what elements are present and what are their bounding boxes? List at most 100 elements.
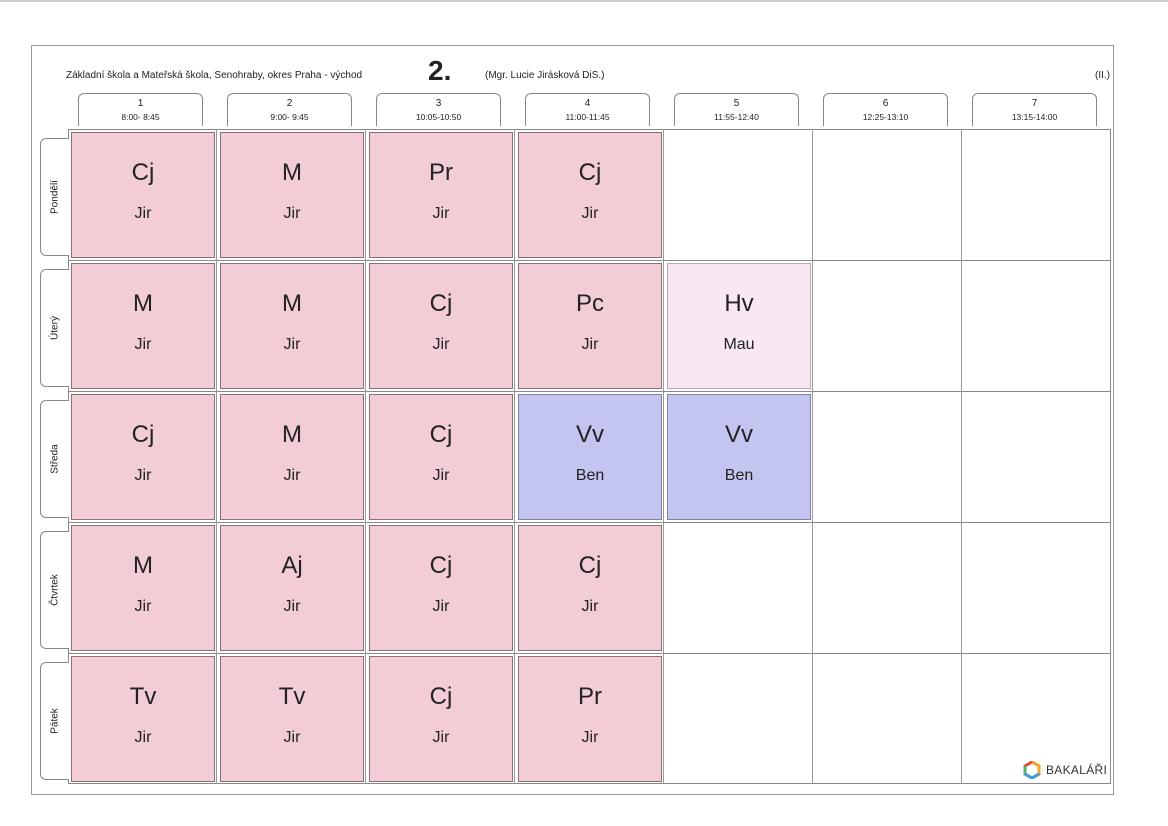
column-divider	[514, 129, 515, 784]
lesson-teacher: Jir	[283, 336, 301, 353]
lesson-subject: Pr	[429, 159, 453, 186]
lesson-teacher: Jir	[432, 729, 450, 746]
lesson-subject: Cj	[429, 421, 453, 448]
lesson-cell: Cj Jir	[369, 394, 513, 520]
row-divider	[68, 260, 1111, 261]
period-header: 7 13:15-14:00	[972, 93, 1097, 126]
lesson-subject: Cj	[429, 552, 453, 579]
lesson-teacher: Ben	[724, 467, 754, 484]
lesson-subject: Cj	[429, 290, 453, 317]
row-divider	[68, 653, 1111, 654]
day-label: Čtvrtek	[40, 531, 69, 649]
lesson-cell: M Jir	[220, 263, 364, 389]
period-number: 5	[733, 98, 740, 109]
period-header: 2 9:00- 9:45	[227, 93, 352, 126]
lesson-teacher: Jir	[283, 205, 301, 222]
day-label: Úterý	[40, 269, 69, 387]
period-header: 5 11:55-12:40	[674, 93, 799, 126]
school-name: Základní škola a Mateřská škola, Senohra…	[66, 70, 363, 81]
lesson-cell: Vv Ben	[518, 394, 662, 520]
lesson-subject: Cj	[429, 683, 453, 710]
lesson-subject: Hv	[724, 290, 754, 317]
column-divider	[812, 129, 813, 784]
lesson-cell: Cj Jir	[369, 525, 513, 651]
lesson-subject: Vv	[724, 421, 753, 448]
lesson-teacher: Jir	[283, 467, 301, 484]
column-divider	[365, 129, 366, 784]
lesson-teacher: Jir	[432, 598, 450, 615]
lesson-subject: Aj	[281, 552, 303, 579]
lesson-subject: Cj	[578, 552, 602, 579]
lesson-subject: Pr	[578, 683, 602, 710]
lesson-cell: Cj Jir	[71, 132, 215, 258]
lesson-subject: M	[282, 421, 302, 448]
lesson-cell: Pr Jir	[369, 132, 513, 258]
top-rule	[0, 0, 1168, 2]
lesson-cell: Pc Jir	[518, 263, 662, 389]
lesson-cell: M Jir	[71, 263, 215, 389]
lesson-subject: M	[133, 552, 153, 579]
lesson-cell: Cj Jir	[518, 132, 662, 258]
class-name: 2.	[428, 55, 452, 86]
lesson-subject: Vv	[575, 421, 604, 448]
lesson-cell: Cj Jir	[369, 656, 513, 782]
lesson-teacher: Jir	[581, 729, 599, 746]
period-number: 6	[882, 98, 889, 109]
lesson-teacher: Jir	[134, 729, 152, 746]
day-name: Pátek	[49, 708, 61, 734]
day-name: Středa	[49, 444, 61, 474]
lesson-subject: M	[282, 290, 302, 317]
lesson-teacher: Jir	[134, 467, 152, 484]
lesson-teacher: Jir	[134, 598, 152, 615]
lesson-subject: Tv	[129, 683, 157, 710]
lesson-cell: Cj Jir	[369, 263, 513, 389]
lesson-subject: Cj	[131, 159, 155, 186]
term-label: (II.)	[1095, 70, 1110, 81]
day-label: Pondělí	[40, 138, 69, 256]
lesson-teacher: Jir	[581, 205, 599, 222]
lesson-cell: Pr Jir	[518, 656, 662, 782]
lesson-teacher: Jir	[283, 598, 301, 615]
lesson-cell: M Jir	[220, 394, 364, 520]
period-header: 6 12:25-13:10	[823, 93, 948, 126]
lesson-subject: Pc	[575, 290, 604, 317]
lesson-cell: Aj Jir	[220, 525, 364, 651]
lesson-teacher: Jir	[432, 467, 450, 484]
period-header: 4 11:00-11:45	[525, 93, 650, 126]
period-number: 1	[137, 98, 144, 109]
period-header: 3 10:05-10:50	[376, 93, 501, 126]
period-time: 11:00-11:45	[565, 112, 610, 122]
period-number: 4	[584, 98, 591, 109]
period-time: 9:00- 9:45	[270, 112, 309, 122]
lesson-cell: M Jir	[220, 132, 364, 258]
period-time: 12:25-13:10	[862, 112, 909, 122]
day-name: Čtvrtek	[49, 574, 61, 606]
lesson-cell: Tv Jir	[71, 656, 215, 782]
lesson-cell: Cj Jir	[71, 394, 215, 520]
day-label: Pátek	[40, 662, 69, 780]
column-divider	[663, 129, 664, 784]
day-label: Středa	[40, 400, 69, 518]
class-teacher: (Mgr. Lucie Jirásková DiS.)	[485, 70, 605, 81]
lesson-cell: M Jir	[71, 525, 215, 651]
period-time: 11:55-12:40	[714, 112, 759, 122]
lesson-teacher: Jir	[581, 336, 599, 353]
period-time: 8:00- 8:45	[121, 112, 160, 122]
period-number: 2	[286, 98, 293, 109]
row-divider	[68, 391, 1111, 392]
period-time: 10:05-10:50	[415, 112, 462, 122]
lesson-teacher: Ben	[575, 467, 605, 484]
lesson-cell: Hv Mau	[667, 263, 811, 389]
lesson-teacher: Jir	[432, 336, 450, 353]
lesson-cell: Vv Ben	[667, 394, 811, 520]
lesson-teacher: Mau	[723, 336, 755, 353]
row-divider	[68, 522, 1111, 523]
lesson-subject: Cj	[131, 421, 155, 448]
period-time: 13:15-14:00	[1011, 112, 1058, 122]
lesson-subject: Tv	[278, 683, 306, 710]
lesson-teacher: Jir	[581, 598, 599, 615]
lesson-teacher: Jir	[283, 729, 301, 746]
logo-text: BAKALÁŘI	[1046, 763, 1108, 777]
lesson-teacher: Jir	[432, 205, 450, 222]
period-number: 3	[435, 98, 442, 109]
